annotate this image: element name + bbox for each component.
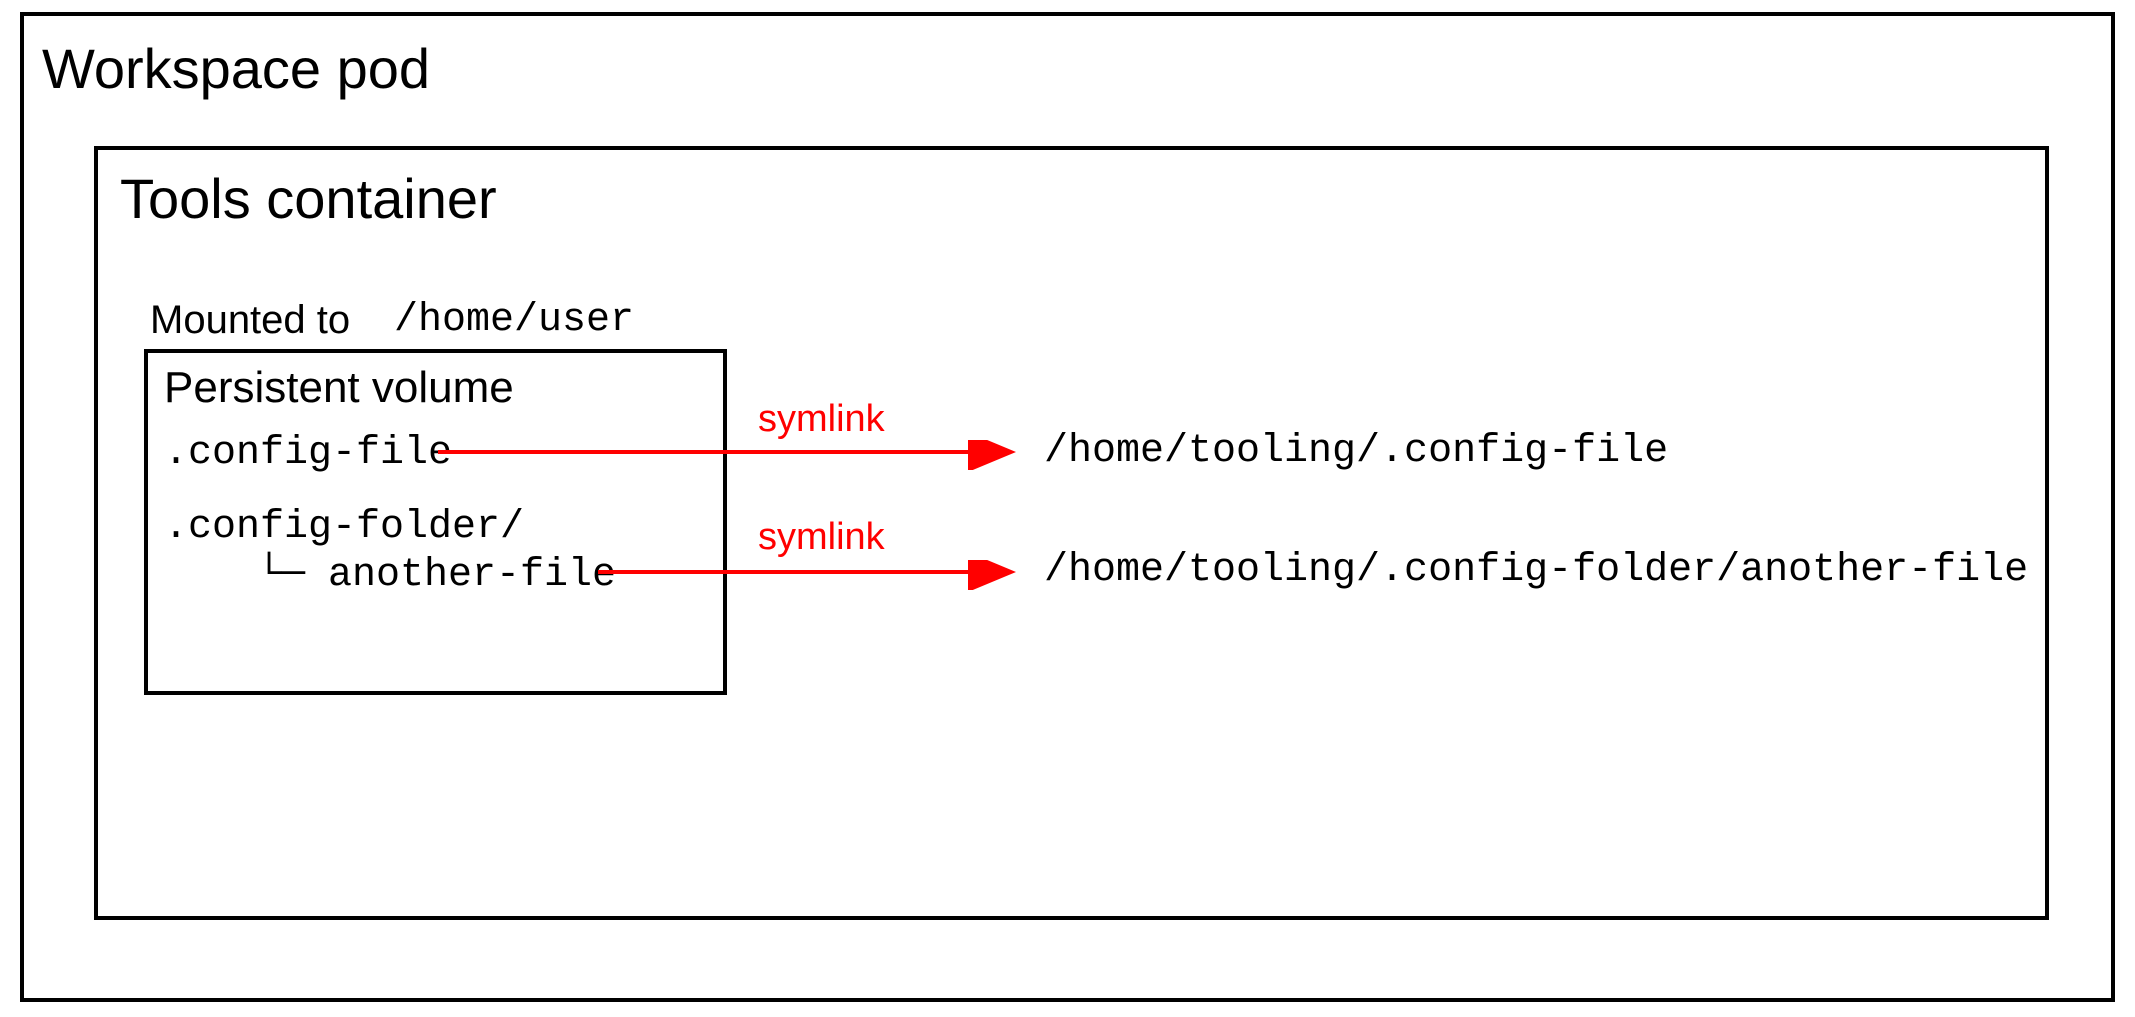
symlink-label-2: symlink — [758, 516, 885, 559]
pv-another-file: another-file — [328, 553, 616, 598]
tools-container-title: Tools container — [120, 166, 497, 231]
persistent-volume-title: Persistent volume — [164, 363, 514, 413]
pv-config-folder: .config-folder/ — [164, 505, 524, 550]
symlink-target-1: /home/tooling/.config-file — [1044, 429, 1668, 474]
workspace-pod-box: Workspace pod Tools container Mounted to… — [20, 12, 2115, 1002]
workspace-pod-title: Workspace pod — [42, 36, 430, 101]
persistent-volume-box: Persistent volume .config-file .config-f… — [144, 349, 727, 695]
mounted-to-path: /home/user — [394, 298, 634, 343]
symlink-label-1: symlink — [758, 398, 885, 441]
pv-config-file: .config-file — [164, 431, 452, 476]
mounted-to-label: Mounted to — [150, 298, 350, 343]
tree-connector-icon: └─ — [257, 553, 305, 598]
symlink-target-2: /home/tooling/.config-folder/another-fil… — [1044, 548, 2028, 593]
tools-container-box: Tools container Mounted to /home/user Pe… — [94, 146, 2049, 920]
